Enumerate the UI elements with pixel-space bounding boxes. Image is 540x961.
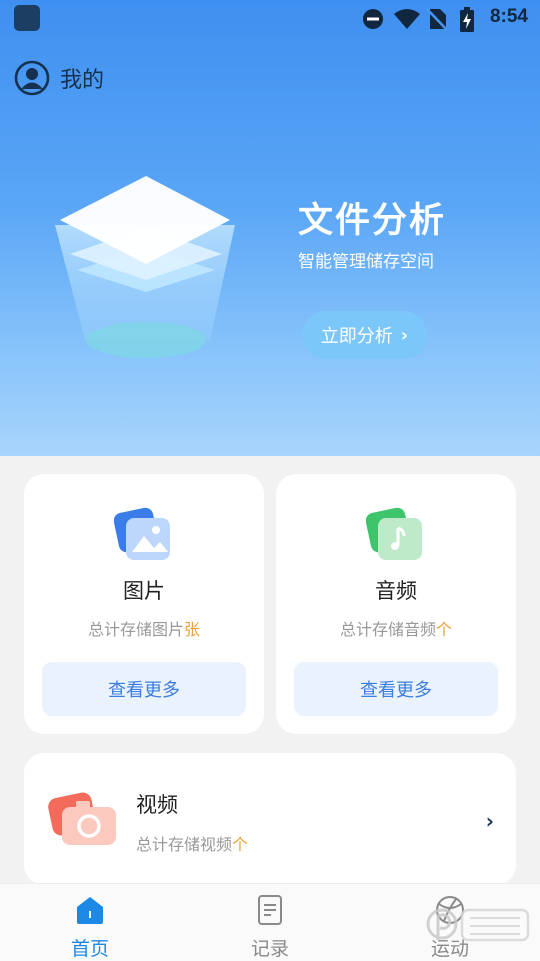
file-stack-illustration	[55, 176, 235, 358]
do-not-disturb-icon	[363, 9, 383, 29]
profile-label: 我的	[60, 68, 105, 93]
analyze-now-button[interactable]: 立即分析 ›	[302, 311, 427, 359]
video-subtitle-text: 总计存储视频	[136, 835, 233, 854]
tab-home-label: 首页	[70, 938, 109, 960]
profile-entry[interactable]: 我的	[14, 60, 104, 96]
status-bar: 8:54	[0, 0, 540, 38]
chevron-right-icon: ›	[485, 809, 494, 833]
user-avatar-icon	[14, 60, 50, 96]
camera-icon	[48, 792, 116, 845]
images-view-more-button[interactable]: 查看更多	[42, 662, 246, 716]
analyze-button-label: 立即分析	[320, 326, 393, 347]
app-notification-icon	[14, 5, 40, 31]
tab-records-label: 记录	[250, 938, 289, 960]
status-time: 8:54	[489, 6, 528, 27]
images-card-title: 图片	[123, 579, 165, 603]
hero-subtitle: 智能管理储存空间	[298, 252, 434, 272]
audio-view-more-button[interactable]: 查看更多	[294, 662, 498, 716]
image-icon	[114, 507, 170, 560]
battery-charging-icon	[460, 7, 474, 32]
images-unit: 张	[184, 620, 201, 639]
video-unit: 个	[232, 835, 249, 854]
tab-records[interactable]: 记录	[210, 884, 330, 961]
home-icon	[77, 897, 103, 924]
music-note-icon	[366, 507, 422, 560]
video-card-subtitle: 总计存储视频个	[136, 831, 248, 855]
chevron-right-icon: ›	[400, 324, 409, 346]
watermark-logo	[426, 908, 530, 942]
audio-unit: 个	[436, 620, 453, 639]
hero-title: 文件分析	[298, 201, 447, 241]
wifi-icon	[394, 9, 420, 29]
video-card[interactable]: 视频 总计存储视频个 ›	[24, 753, 516, 885]
audio-subtitle-text: 总计存储音频	[339, 620, 436, 639]
video-card-title: 视频	[136, 793, 178, 817]
audio-card-title: 音频	[375, 579, 417, 603]
images-subtitle-text: 总计存储图片	[87, 620, 184, 639]
document-icon	[258, 895, 282, 925]
no-sim-icon	[426, 8, 448, 31]
audio-card-subtitle: 总计存储音频个	[276, 616, 516, 640]
tab-home[interactable]: 首页	[30, 884, 150, 961]
images-card-subtitle: 总计存储图片张	[24, 616, 264, 640]
